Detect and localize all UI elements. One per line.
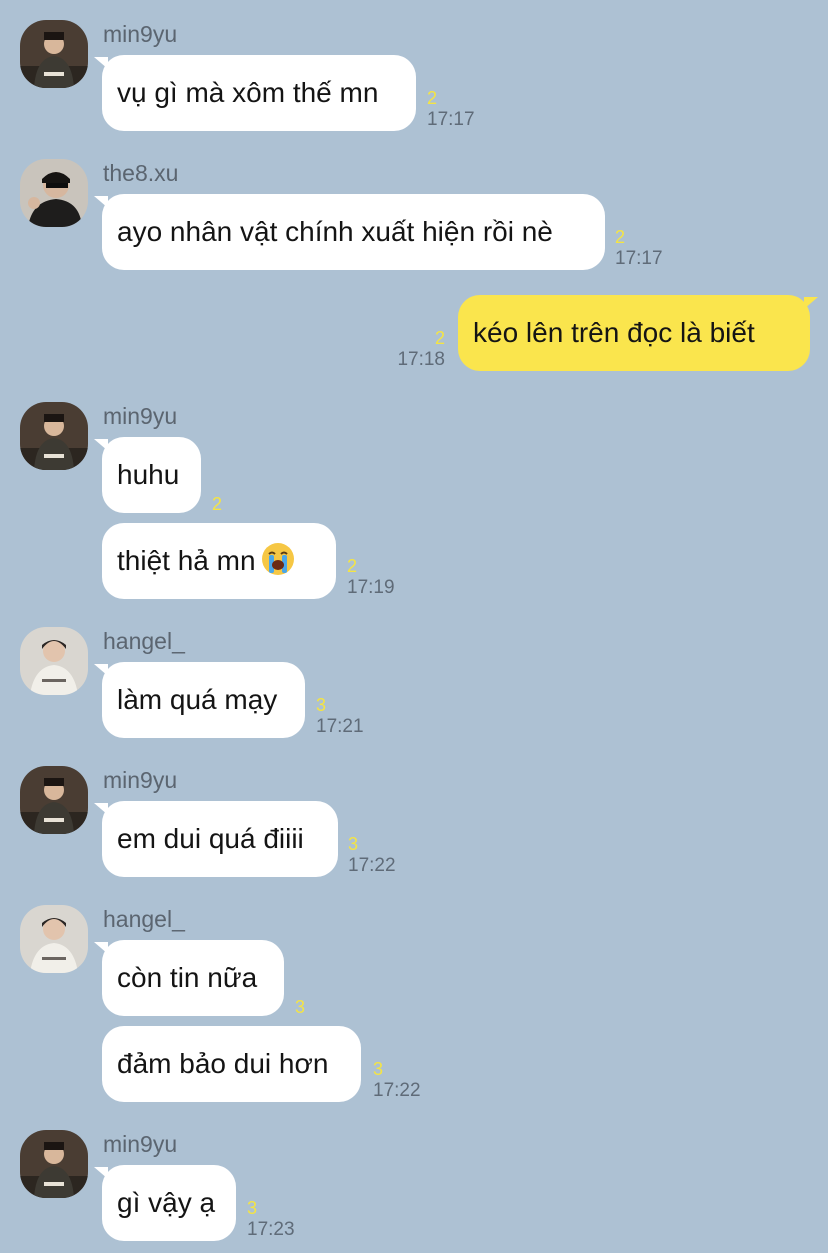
message-meta: 2 17:17 xyxy=(427,87,475,131)
message-time: 17:19 xyxy=(347,577,395,598)
message-row: kéo lên trên đọc là biết 2 17:18 xyxy=(0,295,828,371)
message-meta: 3 17:23 xyxy=(247,1197,295,1241)
message-meta: 2 17:17 xyxy=(615,226,663,270)
unread-count: 2 xyxy=(212,494,223,514)
unread-count: 2 xyxy=(347,556,358,576)
message-bubble[interactable]: vụ gì mà xôm thế mn xyxy=(94,55,416,131)
unread-count: 2 xyxy=(427,88,438,108)
message-row: huhu 2 xyxy=(0,437,828,515)
sender-name: hangel_ xyxy=(103,628,185,654)
message-bubble[interactable]: gì vậy ạ xyxy=(94,1165,236,1241)
message-bubble[interactable]: thiệt hả mn xyxy=(102,523,336,599)
message-time: 17:22 xyxy=(373,1080,421,1101)
message-bubble[interactable]: huhu xyxy=(94,437,201,513)
unread-count: 3 xyxy=(373,1059,384,1079)
message-time: 17:21 xyxy=(316,716,364,737)
chat-room[interactable]: min9yu vụ gì mà xôm thế mn 2 17:17 the8.… xyxy=(0,0,828,1253)
unread-count: 3 xyxy=(295,997,306,1017)
unread-count: 3 xyxy=(247,1198,258,1218)
message-text: thiệt hả mn xyxy=(117,545,256,576)
loudly-crying-face-icon xyxy=(261,543,294,575)
sender-name: min9yu xyxy=(103,767,178,793)
sender-name: min9yu xyxy=(103,21,178,47)
message-row: vụ gì mà xôm thế mn 2 17:17 xyxy=(0,55,828,131)
message-row: còn tin nữa 3 xyxy=(0,940,828,1018)
message-bubble[interactable]: còn tin nữa xyxy=(94,940,284,1016)
message-meta: 3 17:22 xyxy=(348,833,396,877)
message-time: 17:17 xyxy=(427,109,475,130)
message-bubble[interactable]: ayo nhân vật chính xuất hiện rồi nè xyxy=(94,194,605,270)
message-meta: 3 17:21 xyxy=(316,694,364,738)
message-meta: 3 xyxy=(295,996,305,1018)
message-meta: 3 17:22 xyxy=(373,1058,421,1102)
message-time: 17:18 xyxy=(397,349,445,370)
message-row: làm quá mạy 3 17:21 xyxy=(0,662,828,738)
sender-name: the8.xu xyxy=(103,160,179,186)
message-meta: 2 xyxy=(212,493,222,515)
message-bubble[interactable]: đảm bảo dui hơn xyxy=(102,1026,361,1102)
sender-name: min9yu xyxy=(103,403,178,429)
my-message-bubble[interactable]: kéo lên trên đọc là biết xyxy=(458,295,818,371)
message-row: ayo nhân vật chính xuất hiện rồi nè 2 17… xyxy=(0,194,828,270)
unread-count: 3 xyxy=(348,834,359,854)
message-time: 17:22 xyxy=(348,855,396,876)
sender-name: min9yu xyxy=(103,1131,178,1157)
unread-count: 2 xyxy=(434,328,445,348)
sender-name: hangel_ xyxy=(103,906,185,932)
message-meta: 2 17:19 xyxy=(347,555,395,599)
message-meta: 2 17:18 xyxy=(397,327,445,371)
message-bubble[interactable]: em dui quá điiii xyxy=(94,801,338,877)
unread-count: 2 xyxy=(615,227,626,247)
unread-count: 3 xyxy=(316,695,327,715)
message-row: đảm bảo dui hơn 3 17:22 xyxy=(0,1026,828,1102)
message-row: thiệt hả mn 2 17:19 xyxy=(0,523,828,599)
message-row: em dui quá điiii 3 17:22 xyxy=(0,801,828,877)
message-time: 17:17 xyxy=(615,248,663,269)
message-row: gì vậy ạ 3 17:23 xyxy=(0,1165,828,1241)
message-bubble[interactable]: làm quá mạy xyxy=(94,662,305,738)
message-time: 17:23 xyxy=(247,1219,295,1240)
